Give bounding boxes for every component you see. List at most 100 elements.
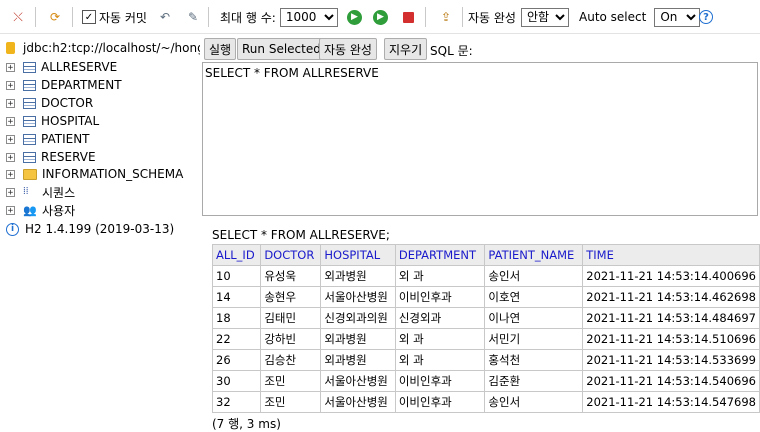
expand-icon[interactable]: + [6, 62, 15, 72]
tree-table-node[interactable]: + ALLRESERVE [0, 58, 117, 76]
table-cell: 이나연 [484, 307, 584, 329]
tree-schema-node[interactable]: + INFORMATION_SCHEMA [0, 165, 183, 183]
sql-editor[interactable]: SELECT * FROM ALLRESERVE [202, 62, 758, 216]
expand-icon[interactable]: + [6, 80, 15, 90]
table-cell: 14 [211, 286, 262, 308]
table-cell: 2021-11-21 14:53:14.400696 [582, 265, 760, 287]
tree-table-node[interactable]: + DOCTOR [0, 94, 93, 112]
autocommit-checkbox[interactable]: ✓ [82, 10, 96, 24]
table-row: 14 송현우 서울아산병원 이비인후과 이호연 2021-11-21 14:53… [211, 286, 760, 308]
tree-sequences-node[interactable]: + ⁞⁞ 시퀀스 [0, 183, 75, 201]
tree-table-node[interactable]: + HOSPITAL [0, 112, 99, 130]
expand-icon[interactable]: + [6, 152, 15, 162]
clear-button[interactable]: 지우기 [384, 38, 428, 60]
expand-icon[interactable]: + [6, 187, 15, 197]
table-cell: 2021-11-21 14:53:14.547698 [582, 391, 760, 413]
run-selected-button-icon[interactable]: ▶ [373, 8, 388, 26]
version-info: i H2 1.4.199 (2019-03-13) [0, 220, 174, 238]
table-name: DOCTOR [41, 96, 94, 110]
autoselect-group: Auto select On [579, 7, 701, 27]
expand-icon[interactable]: + [6, 169, 15, 179]
table-row: 30 조민 서울아산병원 이비인후과 김준환 2021-11-21 14:53:… [211, 370, 760, 392]
expand-icon[interactable]: + [6, 98, 15, 108]
info-icon: i [6, 222, 19, 236]
tree-users-node[interactable]: + 👥 사용자 [0, 201, 75, 219]
rollback-icon: ↶ [159, 10, 171, 24]
table-row: 10 유성욱 외과병원 외 과 송인서 2021-11-21 14:53:14.… [211, 265, 760, 287]
table-icon [23, 97, 36, 109]
connection-node[interactable]: jdbc:h2:tcp://localhost/~/hongik_f [0, 39, 200, 57]
autocomplete-button[interactable]: 자동 완성 [319, 38, 377, 60]
run-button-icon[interactable]: ▶ [347, 8, 362, 26]
table-cell: 서울아산병원 [320, 391, 396, 413]
max-rows-select[interactable]: 1000 [279, 7, 338, 27]
users-icon: 👥 [23, 203, 37, 217]
result-panel: SELECT * FROM ALLRESERVE; ALL_ID DOCTOR … [211, 228, 760, 432]
table-icon [23, 61, 36, 73]
table-cell: 2021-11-21 14:53:14.510696 [582, 328, 760, 350]
table-cell: 외 과 [394, 328, 486, 350]
column-header[interactable]: ALL_ID [211, 244, 262, 266]
history-icon: ⇪ [440, 10, 452, 24]
expand-icon[interactable]: + [6, 116, 15, 126]
column-header[interactable]: TIME [582, 244, 760, 266]
table-name: ALLRESERVE [41, 60, 118, 74]
database-icon [6, 42, 15, 54]
tree-table-node[interactable]: + PATIENT [0, 130, 90, 148]
help-icon: ? [699, 10, 713, 24]
users-label: 사용자 [42, 203, 76, 218]
column-header[interactable]: DEPARTMENT [394, 244, 486, 266]
table-cell: 김태민 [260, 307, 322, 329]
expand-icon[interactable]: + [6, 134, 15, 144]
query-panel: 실행 Run Selected 자동 완성 지우기 SQL 문: SELECT … [200, 34, 760, 432]
table-cell: 송인서 [484, 265, 584, 287]
table-row: 18 김태민 신경외과의원 신경외과 이나연 2021-11-21 14:53:… [211, 307, 760, 329]
refresh-button[interactable]: ⟳ [47, 8, 63, 26]
tree-table-node[interactable]: + DEPARTMENT [0, 76, 122, 94]
table-cell: 외과병원 [320, 328, 396, 350]
autocommit-toggle[interactable]: ✓ 자동 커밋 [82, 8, 147, 26]
result-query: SELECT * FROM ALLRESERVE; [212, 228, 390, 242]
column-header[interactable]: DOCTOR [260, 244, 322, 266]
table-cell: 10 [211, 265, 262, 287]
table-cell: 서울아산병원 [320, 370, 396, 392]
help-button[interactable]: ? [699, 8, 713, 26]
toolbar: ⤬ ⟳ ✓ 자동 커밋 ↶ ✎ 최대 행 수: 1000 ▶ ▶ ⇪ 자동 완성… [0, 0, 760, 34]
autoselect-select[interactable]: On [654, 7, 701, 27]
run-button[interactable]: 실행 [204, 38, 237, 60]
run-step-icon: ▶ [373, 9, 388, 25]
autocomplete-select[interactable]: 안함 [520, 7, 569, 27]
folder-icon [23, 168, 37, 180]
expand-icon[interactable]: + [6, 205, 15, 215]
sequence-icon: ⁞⁞ [23, 186, 29, 197]
table-cell: 이비인후과 [394, 370, 486, 392]
table-row: 22 강하빈 외과병원 외 과 서민기 2021-11-21 14:53:14.… [211, 328, 760, 350]
table-cell: 외 과 [394, 349, 486, 371]
header-row: ALL_ID DOCTOR HOSPITAL DEPARTMENT PATIEN… [211, 244, 760, 266]
table-cell: 신경외과 [394, 307, 486, 329]
tree-table-node[interactable]: + RESERVE [0, 148, 96, 166]
table-cell: 2021-11-21 14:53:14.462698 [582, 286, 760, 308]
stop-icon [400, 9, 416, 25]
connection-url: jdbc:h2:tcp://localhost/~/hongik_f [23, 41, 200, 55]
table-cell: 32 [211, 391, 262, 413]
table-cell: 22 [211, 328, 262, 350]
table-cell: 26 [211, 349, 262, 371]
table-cell: 강하빈 [260, 328, 322, 350]
commit-button[interactable]: ✎ [185, 8, 201, 26]
toolbar-separator [208, 7, 209, 27]
table-cell: 유성욱 [260, 265, 322, 287]
run-selected-button[interactable]: Run Selected [237, 38, 326, 60]
stop-button[interactable] [400, 8, 416, 26]
table-cell: 외 과 [394, 265, 486, 287]
history-button[interactable]: ⇪ [438, 8, 454, 26]
disconnect-button[interactable]: ⤬ [10, 8, 26, 26]
table-icon [23, 151, 36, 163]
autocommit-label: 자동 커밋 [99, 10, 147, 25]
column-header[interactable]: HOSPITAL [320, 244, 396, 266]
table-icon [23, 133, 36, 145]
table-cell: 이비인후과 [394, 286, 486, 308]
table-cell: 2021-11-21 14:53:14.540696 [582, 370, 760, 392]
column-header[interactable]: PATIENT_NAME [484, 244, 584, 266]
rollback-button[interactable]: ↶ [157, 8, 173, 26]
